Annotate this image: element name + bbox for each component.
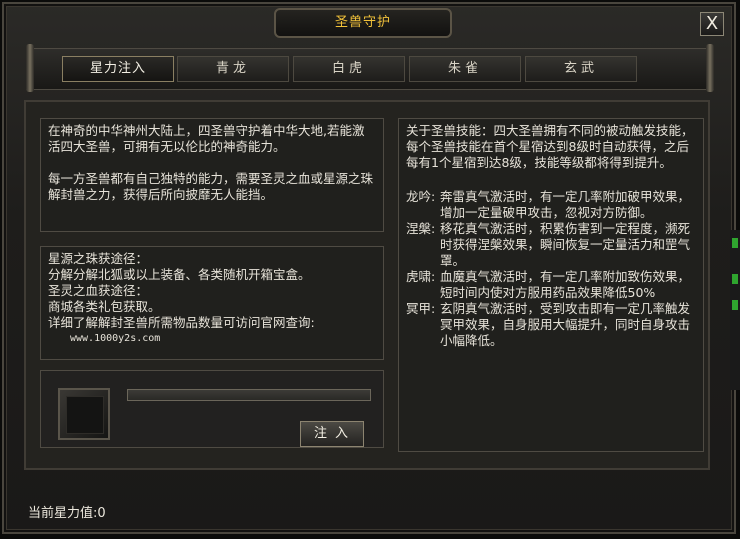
- skill-desc: 血魔真气激活时，有一定几率附加致伤效果，短时间内使对方服用药品效果降低50%: [440, 269, 691, 300]
- sources-panel: 星源之珠获途径： 分解分解北狐或以上装备、各类随机开箱宝盒。 圣灵之血获途径： …: [40, 246, 384, 360]
- intro-panel: 在神奇的中华神州大陆上，四圣兽守护着中华大地,若能激活四大圣兽，可拥有无以伦比的…: [40, 118, 384, 232]
- skill-name: 冥甲:: [406, 301, 436, 316]
- sources-line-2: 分解分解北狐或以上装备、各类随机开箱宝盒。: [48, 267, 311, 282]
- skill-name: 涅槃:: [406, 221, 436, 236]
- star-power-status: 当前星力值:0: [28, 502, 106, 521]
- star-power-label: 当前星力值:: [28, 506, 98, 521]
- close-button[interactable]: X: [700, 12, 724, 36]
- skill-name: 龙吟:: [406, 189, 436, 204]
- tab-bar-right-rod: [706, 44, 714, 92]
- sources-line-4: 商城各类礼包获取。: [48, 299, 161, 314]
- skill-desc: 奔雷真气激活时，有一定几率附加破甲效果，增加一定量破甲攻击，忽视对方防御。: [440, 189, 691, 220]
- sources-line-5: 详细了解解封圣兽所需物品数量可访问官网查询:: [48, 315, 315, 330]
- side-status-strip: [730, 230, 740, 390]
- skill-row-longyin: 龙吟: 奔雷真气激活时，有一定几率附加破甲效果，增加一定量破甲攻击，忽视对方防御…: [406, 189, 696, 221]
- tab-zhuque[interactable]: 朱雀: [409, 56, 521, 82]
- inject-button[interactable]: 注入: [300, 421, 364, 447]
- skill-desc: 玄阴真气激活时，受到攻击即有一定几率触发冥甲效果，自身服用大幅提升，同时自身攻击…: [440, 301, 691, 348]
- tab-qinglong[interactable]: 青龙: [177, 56, 289, 82]
- tab-xuanwu[interactable]: 玄武: [525, 56, 637, 82]
- skill-row-niepan: 涅槃: 移花真气激活时，积累伤害到一定程度，濒死时获得涅槃效果，瞬间恢复一定量活…: [406, 221, 696, 269]
- skills-panel: 关于圣兽技能：四大圣兽拥有不同的被动触发技能，每个圣兽技能在首个星宿达到8级时自…: [398, 118, 704, 452]
- inject-progress-bar: [127, 389, 371, 401]
- item-slot[interactable]: [58, 388, 110, 440]
- skill-name: 虎啸:: [406, 269, 436, 284]
- skill-row-huxiao: 虎啸: 血魔真气激活时，有一定几率附加致伤效果，短时间内使对方服用药品效果降低5…: [406, 269, 696, 301]
- tab-baihu[interactable]: 白虎: [293, 56, 405, 82]
- window-title: 圣兽守护: [274, 8, 452, 38]
- intro-paragraph-2: 每一方圣兽都有自己独特的能力，需要圣灵之血或星源之珠解封兽之力，获得后所向披靡无…: [48, 171, 374, 202]
- star-power-value: 0: [97, 506, 106, 521]
- skill-desc: 移花真气激活时，积累伤害到一定程度，濒死时获得涅槃效果，瞬间恢复一定量活力和罡气…: [440, 221, 691, 268]
- intro-paragraph-1: 在神奇的中华神州大陆上，四圣兽守护着中华大地,若能激活四大圣兽，可拥有无以伦比的…: [48, 123, 365, 154]
- tab-bar-left-rod: [26, 44, 34, 92]
- official-site-url: www.1000y2s.com: [70, 333, 161, 344]
- skills-intro: 关于圣兽技能：四大圣兽拥有不同的被动触发技能，每个圣兽技能在首个星宿达到8级时自…: [406, 123, 694, 170]
- sources-line-3: 圣灵之血获途径：: [48, 283, 149, 298]
- tab-star-inject[interactable]: 星力注入: [62, 56, 174, 82]
- sources-line-1: 星源之珠获途径：: [48, 251, 149, 266]
- skill-row-mingjia: 冥甲: 玄阴真气激活时，受到攻击即有一定几率触发冥甲效果，自身服用大幅提升，同时…: [406, 301, 696, 349]
